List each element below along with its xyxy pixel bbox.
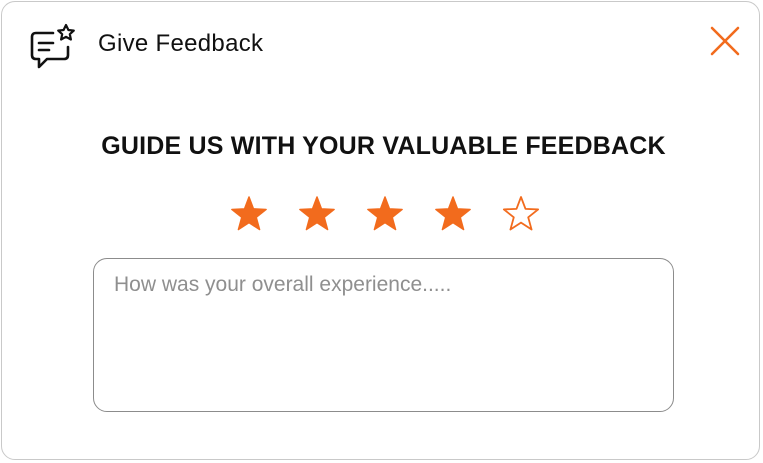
close-button[interactable] bbox=[706, 22, 744, 60]
feedback-dialog: Give Feedback GUIDE US WITH YOUR VALUABL… bbox=[1, 1, 760, 460]
star-filled-icon[interactable] bbox=[230, 195, 268, 233]
star-outline-icon[interactable] bbox=[502, 195, 540, 233]
star-rating[interactable] bbox=[230, 195, 540, 233]
star-filled-icon[interactable] bbox=[298, 195, 336, 233]
star-filled-icon[interactable] bbox=[366, 195, 404, 233]
feedback-textarea[interactable] bbox=[93, 258, 674, 412]
feedback-heading: GUIDE US WITH YOUR VALUABLE FEEDBACK bbox=[101, 132, 666, 160]
dialog-title: Give Feedback bbox=[98, 30, 264, 57]
star-filled-icon[interactable] bbox=[434, 195, 472, 233]
close-icon bbox=[710, 26, 740, 56]
feedback-chat-star-icon bbox=[30, 23, 75, 69]
